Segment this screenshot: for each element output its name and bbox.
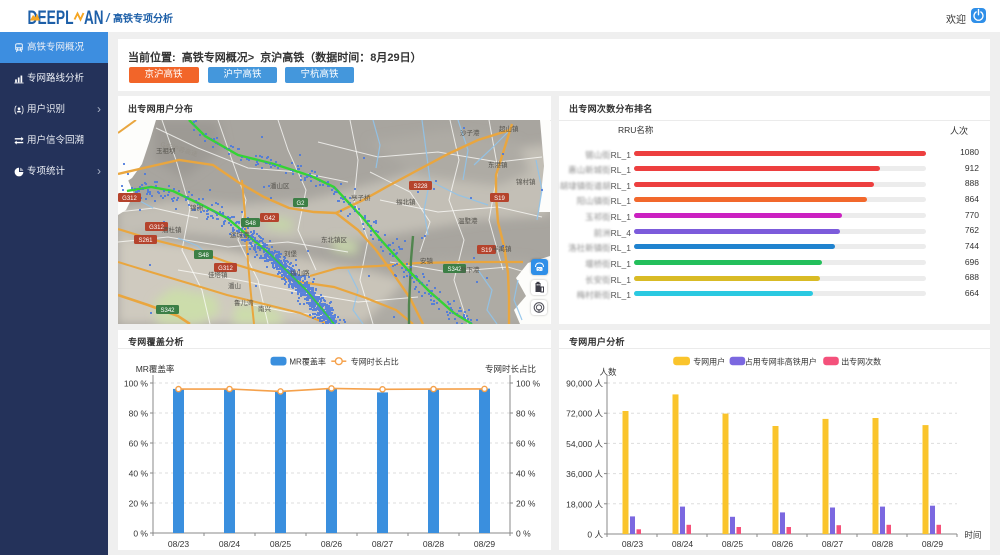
svg-text:潘山区: 潘山区 (270, 181, 290, 190)
svg-text:出专网次数: 出专网次数 (841, 356, 881, 366)
svg-text:0 %: 0 % (516, 529, 531, 539)
svg-text:20 %: 20 % (129, 499, 149, 509)
svg-text:60 %: 60 % (129, 439, 149, 449)
svg-text:08/29: 08/29 (922, 539, 944, 549)
svg-text:S48: S48 (245, 221, 256, 227)
svg-text:20 %: 20 % (516, 499, 536, 509)
svg-text:G2: G2 (296, 201, 305, 207)
svg-text:08/27: 08/27 (372, 539, 394, 549)
svg-text:人数: 人数 (600, 367, 618, 377)
svg-text:S342: S342 (160, 308, 175, 314)
svg-text:高铁专项分析: 高铁专项分析 (113, 12, 173, 25)
svg-text:运城港: 运城港 (230, 230, 250, 239)
svg-text:AN: AN (84, 8, 104, 29)
svg-text:08/27: 08/27 (822, 539, 844, 549)
svg-text:MR覆盖率: MR覆盖率 (136, 364, 175, 374)
svg-text:80 %: 80 % (129, 409, 149, 419)
svg-text:54,000 人: 54,000 人 (566, 439, 603, 449)
svg-text:0 %: 0 % (133, 529, 148, 539)
svg-text:安镇: 安镇 (420, 256, 434, 265)
svg-text:占用专网非高铁用户: 占用专网非高铁用户 (745, 356, 817, 366)
svg-text:18,000 人: 18,000 人 (566, 499, 603, 509)
svg-text:08/26: 08/26 (321, 539, 343, 549)
svg-text:08/23: 08/23 (622, 539, 644, 549)
svg-text:东港镇: 东港镇 (488, 160, 508, 169)
svg-text:玉祖坝: 玉祖坝 (156, 146, 176, 155)
svg-text:专网用户: 专网用户 (693, 356, 725, 366)
svg-text:08/29: 08/29 (474, 539, 496, 549)
svg-text:福北镇: 福北镇 (396, 197, 416, 206)
svg-text:100 %: 100 % (124, 379, 149, 389)
svg-text:佳塔镇: 佳塔镇 (208, 270, 228, 279)
svg-text:时间: 时间 (964, 530, 981, 540)
svg-text:40 %: 40 % (129, 469, 149, 479)
svg-text:72,000 人: 72,000 人 (566, 409, 603, 419)
svg-text:G42: G42 (264, 216, 276, 222)
svg-text:08/26: 08/26 (772, 539, 794, 549)
svg-text:S261: S261 (138, 238, 153, 244)
svg-text:温墅港: 温墅港 (458, 216, 478, 225)
svg-text:S19: S19 (481, 248, 492, 254)
svg-text:08/24: 08/24 (672, 539, 694, 549)
svg-text:08/25: 08/25 (270, 539, 292, 549)
svg-text:酒杜镇: 酒杜镇 (162, 225, 182, 234)
svg-text:专网时长占比: 专网时长占比 (485, 364, 536, 374)
svg-text:08/23: 08/23 (168, 539, 190, 549)
svg-text:半禹镇: 半禹镇 (492, 244, 512, 253)
svg-text:S19: S19 (494, 196, 505, 202)
svg-text:/: / (105, 11, 111, 25)
svg-text:潘山: 潘山 (228, 281, 241, 290)
svg-text:90,000 人: 90,000 人 (566, 379, 603, 389)
svg-text:G312: G312 (122, 196, 137, 202)
svg-text:S48: S48 (198, 253, 209, 259)
svg-text:40 %: 40 % (516, 469, 536, 479)
svg-text:36,000 人: 36,000 人 (566, 469, 603, 479)
svg-text:福山路: 福山路 (290, 268, 310, 277)
svg-text:5n: 5n (537, 268, 541, 272)
svg-text:东北镇区: 东北镇区 (321, 235, 348, 244)
svg-text:08/24: 08/24 (219, 539, 241, 549)
svg-text:沙子港: 沙子港 (460, 128, 480, 137)
svg-text:80 %: 80 % (516, 409, 536, 419)
svg-text:08/25: 08/25 (722, 539, 744, 549)
svg-text:MR覆盖率: MR覆盖率 (289, 356, 325, 366)
svg-text:刘堡: 刘堡 (284, 249, 298, 258)
svg-text:亭子桥: 亭子桥 (351, 193, 371, 202)
svg-text:锦洲: 锦洲 (190, 203, 203, 212)
svg-text:南兴: 南兴 (258, 304, 272, 313)
svg-text:100 %: 100 % (516, 379, 541, 389)
svg-text:08/28: 08/28 (872, 539, 894, 549)
svg-text:鲁儿湾: 鲁儿湾 (234, 298, 254, 307)
svg-text:0 人: 0 人 (587, 530, 603, 540)
svg-text:S228: S228 (413, 184, 428, 190)
svg-text:勘下港: 勘下港 (460, 265, 480, 274)
svg-text:60 %: 60 % (516, 439, 536, 449)
svg-text:专网时长占比: 专网时长占比 (351, 356, 399, 366)
svg-text:超山镇: 超山镇 (499, 124, 519, 133)
svg-text:08/28: 08/28 (423, 539, 445, 549)
svg-text:锦村镇: 锦村镇 (516, 177, 536, 186)
